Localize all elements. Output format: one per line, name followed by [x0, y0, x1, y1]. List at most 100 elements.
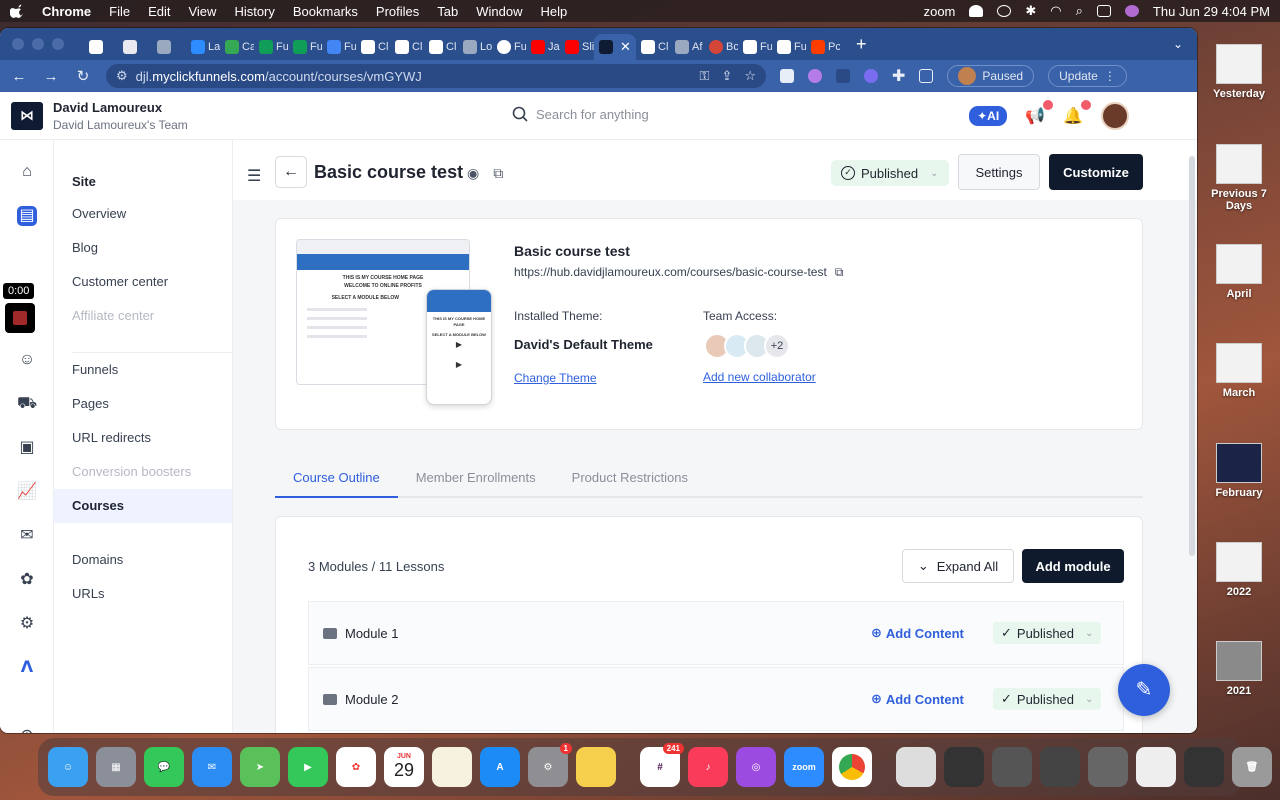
forward-arrow-icon[interactable]: → [42, 68, 60, 85]
add-content-button[interactable]: ⊕ Add Content [871, 625, 964, 641]
desktop-folder[interactable]: April [1198, 244, 1280, 300]
menu-profiles[interactable]: Profiles [376, 4, 419, 19]
site-info-icon[interactable]: ⚙ [116, 68, 128, 84]
gear-status-icon[interactable] [997, 5, 1012, 17]
maps-icon[interactable]: ➤ [240, 747, 280, 787]
menu-tab[interactable]: Tab [437, 4, 458, 19]
subnav-item-conversion-boosters[interactable]: Conversion boosters [54, 455, 232, 489]
address-bar[interactable]: ⚙ djl.myclickfunnels.com/account/courses… [106, 64, 766, 88]
help-chat-button[interactable]: ✎ [1118, 664, 1170, 716]
automation-icon[interactable]: ✿ [17, 570, 37, 590]
browser-tab[interactable]: Lo [458, 34, 492, 60]
minimized-window-thumbnail[interactable] [896, 747, 936, 787]
back-arrow-icon[interactable]: ← [10, 68, 28, 85]
analytics-icon[interactable]: 📈 [17, 482, 37, 502]
extension-icon[interactable] [780, 69, 794, 83]
browser-tab[interactable]: La [186, 34, 220, 60]
extension-icon[interactable] [864, 69, 878, 83]
bookmark-star-icon[interactable]: ☆ [744, 68, 756, 84]
subnav-item-domains[interactable]: Domains [54, 543, 232, 577]
browser-tab[interactable] [152, 34, 186, 60]
calendar-icon[interactable]: JUN 29 [384, 747, 424, 787]
browser-tab[interactable]: Ca [220, 34, 254, 60]
tab-member-enrollments[interactable]: Member Enrollments [398, 456, 554, 496]
browser-tab[interactable]: Fu [772, 34, 806, 60]
browser-tab[interactable]: Fu [254, 34, 288, 60]
subnav-item-affiliate-center[interactable]: Affiliate center [54, 299, 232, 333]
tab-course-outline[interactable]: Course Outline [275, 456, 398, 498]
mail-icon[interactable]: ✉ [192, 747, 232, 787]
store-icon[interactable]: ⛟ [17, 394, 37, 414]
menu-app-name[interactable]: Chrome [42, 4, 91, 19]
puzzle-icon[interactable]: ✚ [892, 66, 905, 86]
slack-icon[interactable]: #241 [640, 743, 684, 787]
browser-tab[interactable]: Bc [704, 34, 738, 60]
browser-tab[interactable]: Cl [424, 34, 458, 60]
minimized-window-thumbnail[interactable] [992, 747, 1032, 787]
status-dropdown[interactable]: ✓ Published ⌄ [831, 160, 949, 186]
team-switcher[interactable]: David Lamoureux David Lamoureux's Team [53, 100, 188, 132]
add-module-button[interactable]: Add module [1022, 549, 1124, 583]
email-icon[interactable]: ✉ [17, 526, 37, 546]
subnav-item-customer-center[interactable]: Customer center [54, 265, 232, 299]
browser-tab[interactable]: Fu [738, 34, 772, 60]
menu-history[interactable]: History [234, 4, 274, 19]
update-button[interactable]: Update ⋮ [1048, 65, 1127, 87]
browser-tab[interactable]: Ja [526, 34, 560, 60]
module-status-dropdown[interactable]: ✓ Published ⌄ [993, 688, 1102, 710]
key-icon[interactable]: ⚿ [700, 68, 710, 84]
add-collaborator-link[interactable]: Add new collaborator [703, 370, 816, 384]
menu-file[interactable]: File [109, 4, 130, 19]
desktop-folder[interactable]: 2021 [1198, 641, 1280, 697]
desktop-folder[interactable]: 2022 [1198, 542, 1280, 598]
messages-icon[interactable]: 💬 [144, 747, 184, 787]
zoom-app-icon[interactable]: zoom [784, 747, 824, 787]
minimized-window-thumbnail[interactable] [1088, 747, 1128, 787]
trash-icon[interactable]: 🗑 [1232, 747, 1272, 787]
menubar-datetime[interactable]: Thu Jun 29 4:04 PM [1153, 4, 1270, 19]
subnav-item-funnels[interactable]: Funnels [54, 353, 232, 387]
expand-all-button[interactable]: ⌄ Expand All [902, 549, 1014, 583]
clickfunnels-logo[interactable]: ⋈ [11, 101, 43, 130]
extension-icon[interactable] [808, 69, 822, 83]
recording-stop-button[interactable] [5, 303, 35, 333]
add-content-button[interactable]: ⊕ Add Content [871, 691, 964, 707]
profile-button[interactable]: Paused [947, 65, 1035, 87]
browser-tab[interactable]: Fu [492, 34, 526, 60]
help-lifebuoy-icon[interactable]: ⊛ [17, 726, 37, 733]
tab-search-chevron-icon[interactable]: ⌄ [1173, 37, 1183, 51]
wifi-icon[interactable]: ◠ [1050, 3, 1061, 19]
ai-rail-icon[interactable]: ꓥ [17, 658, 37, 678]
ai-button[interactable]: ✦AI [969, 106, 1008, 126]
browser-tab[interactable]: Cl [636, 34, 670, 60]
browser-tab[interactable]: Af [670, 34, 704, 60]
notes-icon[interactable] [432, 747, 472, 787]
subnav-item-courses[interactable]: Courses [54, 489, 232, 523]
menu-help[interactable]: Help [541, 4, 568, 19]
close-tab-icon[interactable]: ✕ [620, 39, 631, 55]
preview-eye-icon[interactable]: ◉ [467, 165, 479, 182]
chrome-icon[interactable] [832, 747, 872, 787]
music-icon[interactable]: ♪ [688, 747, 728, 787]
desktop-folder[interactable]: February [1198, 443, 1280, 499]
change-theme-link[interactable]: Change Theme [514, 371, 597, 385]
copy-url-icon[interactable]: ⧉ [835, 265, 844, 280]
control-center-icon[interactable] [1096, 5, 1111, 17]
subnav-item-pages[interactable]: Pages [54, 387, 232, 421]
search-status-icon[interactable]: ⌕ [1076, 3, 1083, 19]
team-avatars[interactable]: +2 [704, 333, 790, 359]
app-store-icon[interactable]: A [480, 747, 520, 787]
browser-tab[interactable]: Cl [356, 34, 390, 60]
desktop-folder[interactable]: March [1198, 343, 1280, 399]
home-icon[interactable]: ⌂ [17, 162, 37, 182]
user-avatar[interactable] [1101, 102, 1129, 130]
subnav-item-blog[interactable]: Blog [54, 231, 232, 265]
stickies-icon[interactable] [576, 747, 616, 787]
zoom-status[interactable]: zoom [924, 4, 956, 19]
extension-icon[interactable] [836, 69, 850, 83]
minimized-window-thumbnail[interactable] [944, 747, 984, 787]
reload-icon[interactable]: ↻ [74, 67, 92, 85]
browser-tab[interactable]: Pc [806, 34, 840, 60]
menu-bookmarks[interactable]: Bookmarks [293, 4, 358, 19]
bell-icon[interactable]: 🔔 [1063, 100, 1091, 126]
